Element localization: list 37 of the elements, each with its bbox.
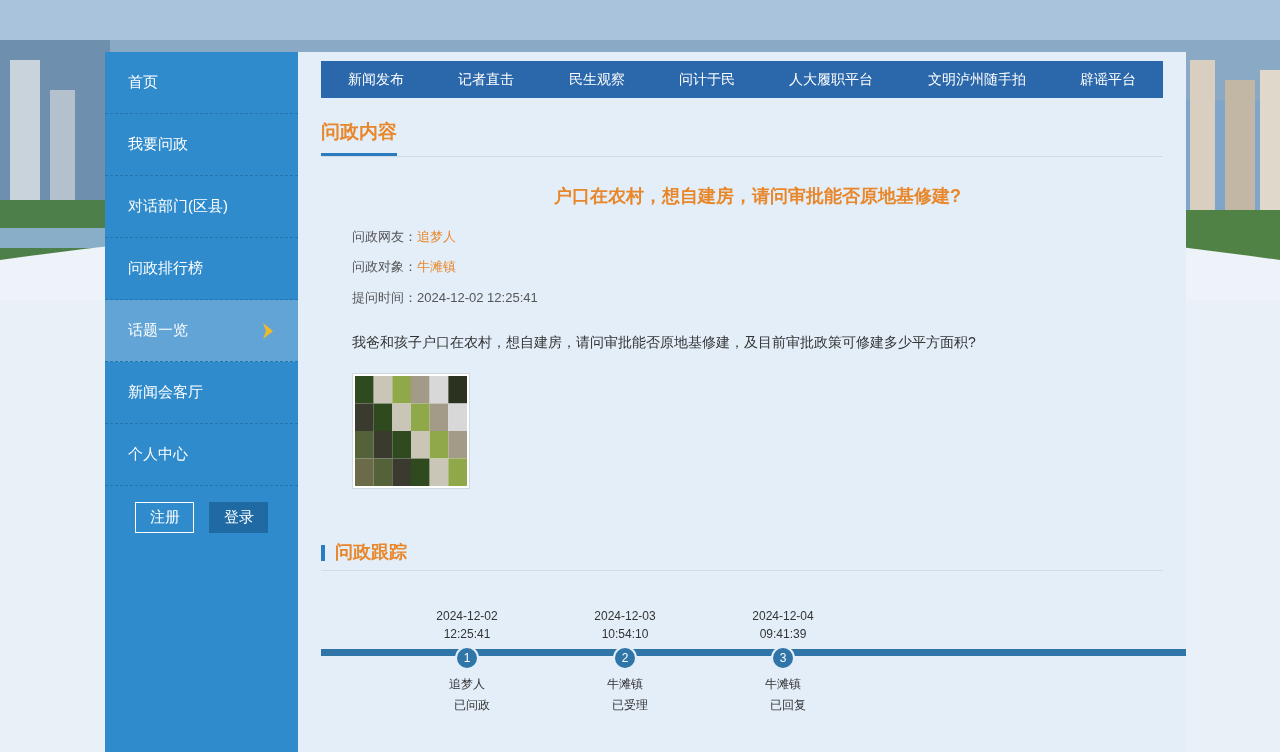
heading-marker bbox=[321, 544, 325, 561]
sidebar-item[interactable]: 话题一览 bbox=[105, 300, 298, 362]
step-marker: 2 bbox=[613, 646, 637, 670]
nav-link[interactable]: 记者直击 bbox=[458, 69, 515, 90]
field-value: 2024-12-02 12:25:41 bbox=[417, 288, 538, 307]
field-link[interactable]: 追梦人 bbox=[417, 226, 456, 246]
field-link[interactable]: 牛滩镇 bbox=[417, 257, 456, 277]
step-status: 已回复 bbox=[769, 697, 806, 714]
step-status: 已受理 bbox=[611, 697, 648, 714]
field-label: 问政对象： bbox=[352, 258, 417, 276]
nav-link[interactable]: 辟谣平台 bbox=[1079, 69, 1136, 90]
nav-link[interactable]: 问计于民 bbox=[679, 69, 735, 90]
question-body: 我爸和孩子户口在农村，想自建房，请问审批能否原地基修建，及目前审批政策可修建多少平方面积? bbox=[352, 333, 977, 352]
step-date: 2024-12-04 bbox=[752, 608, 814, 625]
field-label: 问政网友： bbox=[352, 227, 417, 246]
chevron-icon bbox=[261, 321, 275, 340]
step-status: 已问政 bbox=[453, 697, 490, 714]
field-label: 提问时间： bbox=[352, 288, 417, 307]
step-time: 10:54:10 bbox=[601, 626, 649, 643]
step-date: 2024-12-03 bbox=[594, 608, 656, 625]
step-date: 2024-12-02 bbox=[436, 608, 498, 625]
nav-link[interactable]: 新闻发布 bbox=[348, 69, 405, 90]
question-title: 户口在农村，想自建房，请问审批能否原地基修建? bbox=[553, 184, 962, 208]
register-button[interactable]: 注册 bbox=[135, 502, 195, 533]
step-marker: 1 bbox=[455, 646, 479, 670]
section-heading: 问政内容 bbox=[321, 118, 397, 156]
nav-link[interactable]: 民生观察 bbox=[568, 69, 625, 90]
step-time: 12:25:41 bbox=[443, 626, 491, 643]
login-button[interactable]: 登录 bbox=[209, 502, 268, 533]
step-actor: 牛滩镇 bbox=[607, 676, 643, 693]
step-actor: 牛滩镇 bbox=[765, 676, 801, 693]
step-actor: 追梦人 bbox=[449, 676, 485, 693]
step-marker: 3 bbox=[771, 646, 795, 670]
section-heading: 问政跟踪 bbox=[335, 541, 407, 564]
nav-link[interactable]: 文明泸州随手拍 bbox=[927, 69, 1026, 90]
step-time: 09:41:39 bbox=[759, 626, 807, 643]
nav-link[interactable]: 人大履职平台 bbox=[789, 69, 874, 90]
